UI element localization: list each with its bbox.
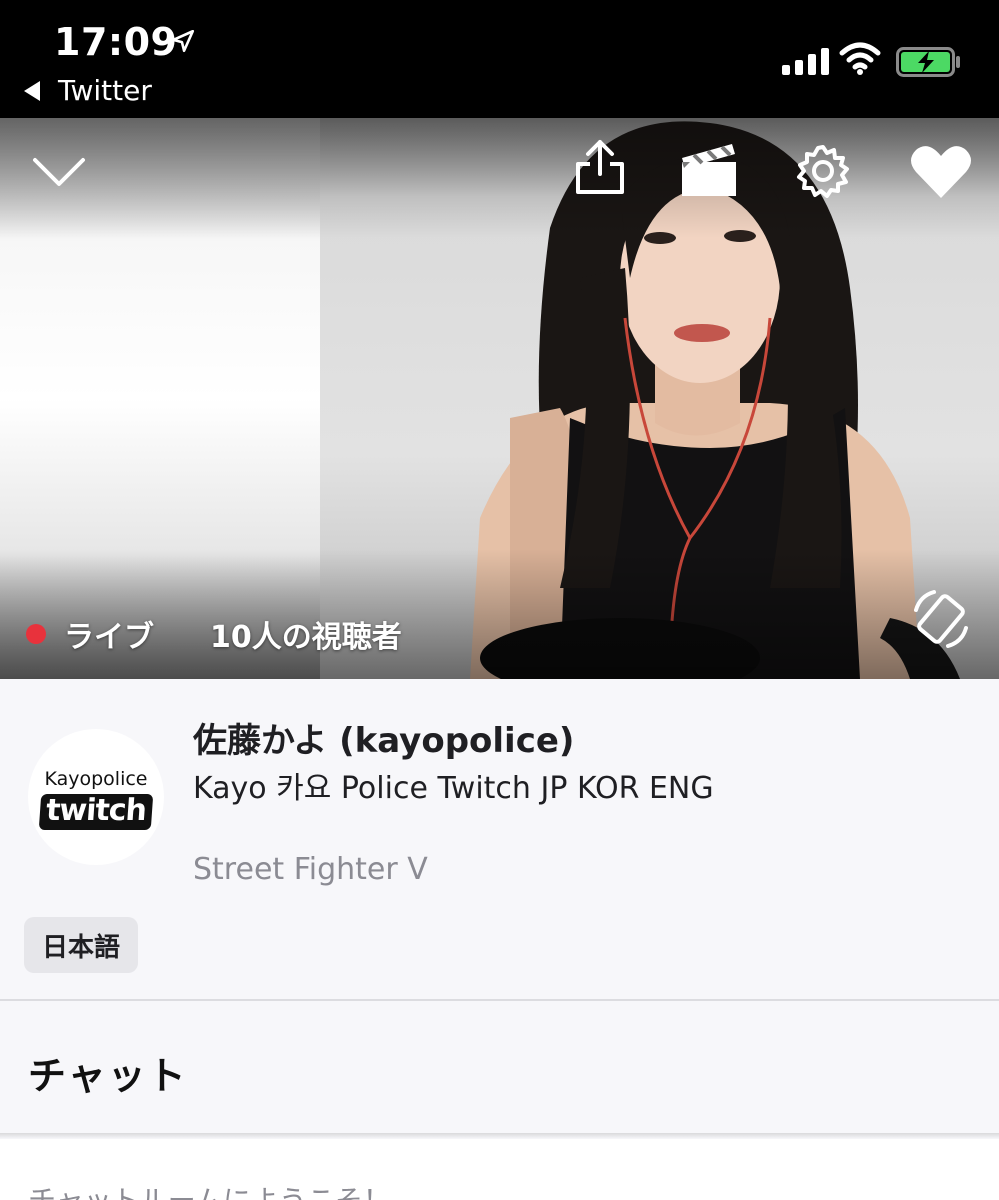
wifi-icon bbox=[839, 42, 881, 75]
live-label: ライブ bbox=[64, 620, 154, 655]
battery-charging-icon bbox=[896, 47, 960, 77]
channel-avatar[interactable]: Kayopolice twitch bbox=[28, 729, 164, 865]
stream-title: Kayo 카요 Police Twitch JP KOR ENG bbox=[193, 771, 714, 806]
chat-title: チャット bbox=[28, 1054, 188, 1098]
back-to-app-button[interactable]: Twitter bbox=[24, 74, 152, 107]
back-app-label: Twitter bbox=[58, 74, 152, 107]
share-icon[interactable] bbox=[574, 138, 626, 196]
gear-icon[interactable] bbox=[796, 144, 850, 198]
language-tag[interactable]: 日本語 bbox=[24, 917, 139, 973]
chat-welcome-message: チャットルームにようこそ！ bbox=[28, 1179, 391, 1200]
viewer-count: 10人の視聴者 bbox=[210, 620, 402, 655]
video-player[interactable]: ライブ 10人の視聴者 bbox=[0, 118, 999, 679]
location-arrow-icon bbox=[171, 29, 195, 53]
clapperboard-icon[interactable] bbox=[680, 140, 738, 198]
cell-signal-icon bbox=[782, 48, 829, 75]
rotate-screen-icon[interactable] bbox=[910, 588, 972, 650]
avatar-text: Kayopolice bbox=[44, 768, 148, 790]
clock: 17:09 bbox=[54, 20, 178, 64]
channel-info: Kayopolice twitch 佐藤かよ (kayopolice) Kayo… bbox=[0, 679, 999, 999]
chevron-down-icon[interactable] bbox=[32, 156, 86, 188]
chat-header: チャット bbox=[0, 1001, 999, 1133]
chat-message-list[interactable]: チャットルームにようこそ！ bbox=[0, 1139, 999, 1200]
live-dot-icon bbox=[26, 624, 46, 644]
channel-name[interactable]: 佐藤かよ (kayopolice) bbox=[193, 713, 574, 762]
back-triangle-icon bbox=[24, 80, 40, 101]
live-indicator: ライブ 10人の視聴者 bbox=[26, 612, 402, 656]
game-category-link[interactable]: Street Fighter V bbox=[193, 852, 428, 887]
status-bar: 17:09 Twitter bbox=[0, 0, 999, 118]
heart-icon[interactable] bbox=[910, 144, 972, 200]
twitch-logo-icon: twitch bbox=[38, 793, 154, 830]
